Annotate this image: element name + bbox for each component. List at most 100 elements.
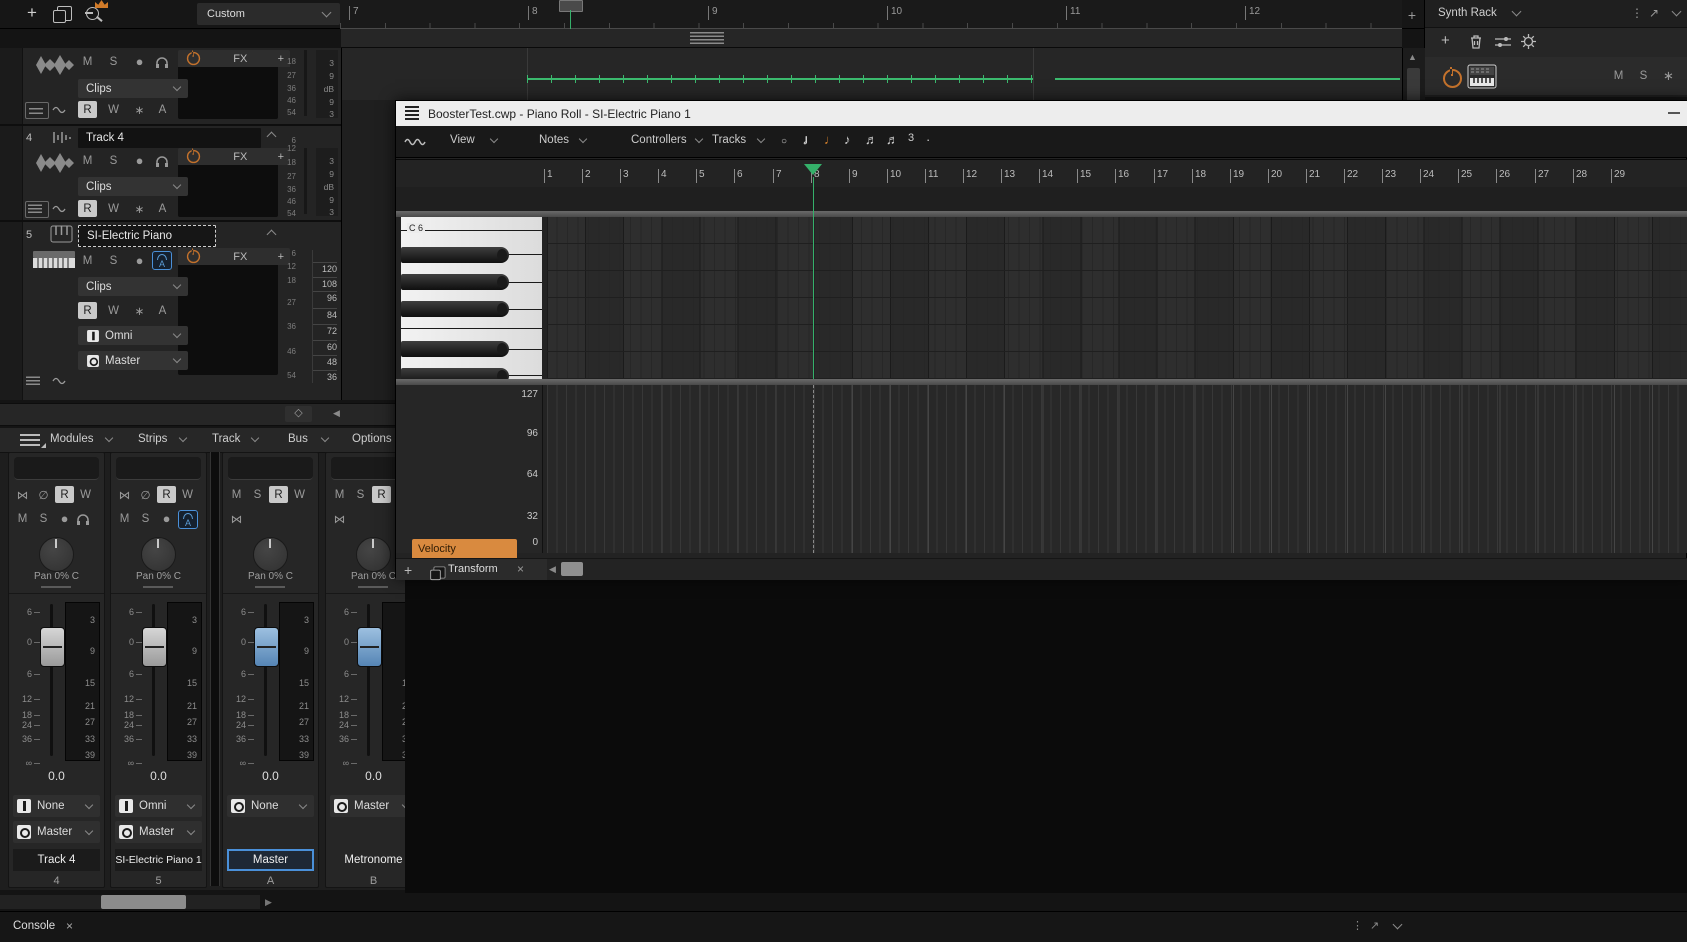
track-bus-divider[interactable]: [210, 452, 220, 886]
piano-keyboard[interactable]: C 6: [401, 217, 542, 379]
phase-button[interactable]: ∅: [34, 486, 53, 503]
menu-track[interactable]: Track: [212, 433, 240, 445]
spinner-widget[interactable]: ◇: [285, 406, 312, 422]
write-button[interactable]: W: [76, 486, 95, 503]
track5-output-dropdown[interactable]: Master: [78, 351, 188, 370]
record-button[interactable]: ●: [55, 510, 74, 527]
track5-record-button[interactable]: ●: [130, 252, 149, 269]
track3-read-button[interactable]: R: [78, 101, 97, 118]
automation-wave-icon[interactable]: [52, 105, 66, 115]
menu-dots-icon[interactable]: ⋮: [1352, 919, 1363, 932]
fx-power-icon[interactable]: [187, 250, 200, 263]
synth-settings-sliders-icon[interactable]: [1495, 36, 1511, 48]
note-grid[interactable]: [547, 217, 1687, 379]
scroll-left-icon[interactable]: ◀: [549, 564, 556, 575]
pan-knob[interactable]: [356, 537, 391, 572]
scrollbar-thumb[interactable]: [101, 895, 186, 909]
volume-fader[interactable]: [40, 627, 65, 667]
input-dropdown[interactable]: Omni: [115, 795, 202, 817]
read-button[interactable]: R: [157, 486, 176, 503]
track4-mute-button[interactable]: M: [78, 152, 97, 169]
black-key[interactable]: [401, 301, 509, 317]
output-dropdown[interactable]: None: [227, 795, 314, 817]
undock-icon[interactable]: ↗: [1370, 919, 1379, 932]
automation-wave-icon[interactable]: [52, 204, 66, 214]
track5-autoshow-button[interactable]: A: [153, 302, 172, 319]
input-monitor-headphone-icon[interactable]: [155, 155, 169, 168]
input-dropdown[interactable]: None: [13, 795, 100, 817]
track4-name[interactable]: Track 4: [78, 128, 261, 148]
phase-button[interactable]: ∅: [136, 486, 155, 503]
tab-console[interactable]: Console: [13, 920, 55, 932]
automation-wave-icon[interactable]: [52, 376, 66, 386]
menu-bus[interactable]: Bus: [288, 433, 308, 445]
track3-clips-dropdown[interactable]: Clips: [78, 79, 188, 98]
solo-button[interactable]: S: [136, 510, 155, 527]
track3-minimize-widget[interactable]: [25, 102, 49, 119]
section-handle[interactable]: [41, 586, 71, 588]
velocity-controller-badge[interactable]: Velocity: [412, 539, 517, 558]
track3-mute-button[interactable]: M: [78, 53, 97, 70]
track3-solo-button[interactable]: S: [104, 53, 123, 70]
scroll-right-icon[interactable]: ▶: [265, 897, 272, 908]
scrollbar-thumb[interactable]: [561, 562, 583, 576]
transform-tool-button[interactable]: Transform: [448, 563, 498, 575]
interleave-button[interactable]: ⋈: [13, 486, 32, 503]
volume-fader[interactable]: [254, 627, 279, 667]
volume-fader[interactable]: [357, 627, 382, 667]
synth-mute-button[interactable]: M: [1609, 67, 1628, 84]
half-note-button[interactable]: ♩: [803, 132, 816, 147]
section-marker-icon[interactable]: [690, 32, 724, 44]
solo-button[interactable]: S: [34, 510, 53, 527]
menu-strips[interactable]: Strips: [138, 433, 167, 445]
zoom-tool-icon[interactable]: [86, 7, 99, 20]
synth-freeze-button[interactable]: ∗: [1659, 67, 1678, 84]
black-key[interactable]: [401, 341, 509, 357]
workspace-preset-dropdown[interactable]: Custom: [197, 3, 340, 25]
playhead-handle[interactable]: [559, 0, 583, 12]
piano-roll-titlebar[interactable]: BoosterTest.cwp - Piano Roll - SI-Electr…: [396, 101, 1687, 126]
track3-autoshow-button[interactable]: A: [153, 101, 172, 118]
scroll-up-icon[interactable]: ▲: [1408, 52, 1417, 62]
add-controller-lane-button[interactable]: +: [404, 562, 412, 578]
pan-knob[interactable]: [39, 537, 74, 572]
volume-value[interactable]: 0.0: [9, 769, 104, 783]
mute-button[interactable]: M: [330, 486, 349, 503]
pan-knob[interactable]: [253, 537, 288, 572]
track3-write-button[interactable]: W: [104, 101, 123, 118]
window-menu-icon[interactable]: [405, 106, 419, 120]
volume-value[interactable]: 0.0: [223, 769, 318, 783]
output-dropdown[interactable]: Master: [115, 821, 202, 843]
sixteenth-note-button[interactable]: ♬: [865, 132, 878, 147]
eighth-note-button[interactable]: ♪: [844, 132, 851, 147]
menu-tracks[interactable]: Tracks: [712, 134, 746, 146]
track4-autoshow-button[interactable]: A: [153, 200, 172, 217]
menu-dots-icon[interactable]: ⋮: [1631, 6, 1643, 20]
timeline-ruler[interactable]: 789101112: [340, 0, 1402, 29]
collapse-icon[interactable]: [267, 230, 277, 240]
marker-strip[interactable]: [341, 29, 1402, 48]
track5-solo-button[interactable]: S: [104, 252, 123, 269]
mute-button[interactable]: M: [115, 510, 134, 527]
read-button[interactable]: R: [55, 486, 74, 503]
volume-fader[interactable]: [142, 627, 167, 667]
ruler-zoom-plus-button[interactable]: +: [1404, 7, 1420, 23]
list-icon[interactable]: [26, 376, 40, 385]
track5-input-dropdown[interactable]: Omni: [78, 326, 188, 345]
chevron-down-icon[interactable]: [1672, 7, 1682, 17]
record-button[interactable]: ●: [157, 510, 176, 527]
undock-icon[interactable]: ↗: [1649, 6, 1659, 20]
gear-icon[interactable]: [1521, 34, 1536, 49]
add-synth-button[interactable]: +: [1441, 32, 1450, 49]
solo-button[interactable]: S: [248, 486, 267, 503]
track4-fx-rack-header[interactable]: FX +: [178, 148, 290, 165]
mute-button[interactable]: M: [13, 510, 32, 527]
strip-module-box[interactable]: [116, 457, 201, 480]
read-button[interactable]: R: [372, 486, 391, 503]
chevron-down-icon[interactable]: [1512, 7, 1522, 17]
synth-instrument-icon[interactable]: [1467, 64, 1497, 89]
menu-modules[interactable]: Modules: [50, 433, 93, 445]
horizontal-scrollbar[interactable]: ◀: [547, 559, 1687, 580]
output-dropdown[interactable]: Master: [13, 821, 100, 843]
track5-input-echo-icon[interactable]: A: [152, 251, 172, 270]
